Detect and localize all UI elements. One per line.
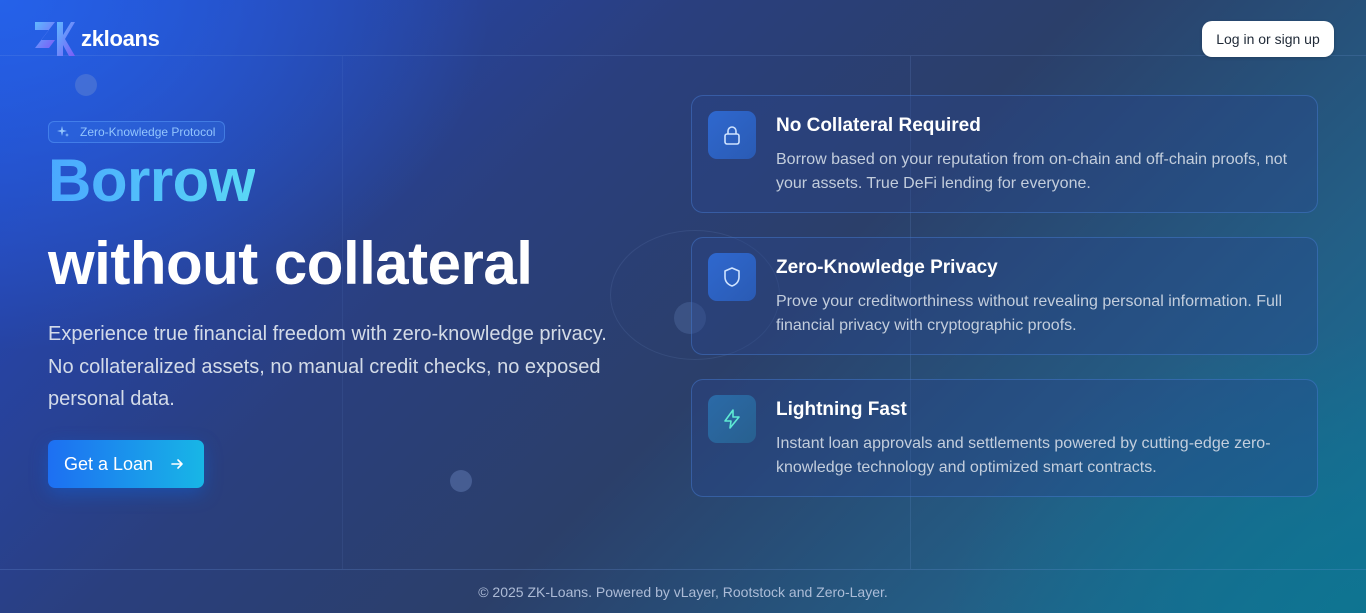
feature-title: Lightning Fast (776, 399, 907, 420)
cta-label: Get a Loan (64, 453, 154, 474)
arrow-right-icon (171, 459, 183, 469)
grid-line-vertical (342, 56, 343, 569)
sparkle-icon (57, 126, 69, 137)
brand-logo[interactable]: zkloans (33, 20, 160, 58)
protocol-badge: Zero-Knowledge Protocol (48, 121, 226, 143)
lightning-icon (724, 409, 740, 429)
zk-logo-icon (35, 22, 75, 56)
feature-title: No Collateral Required (776, 115, 981, 136)
footer-divider (0, 569, 1366, 570)
site-header: zkloans Log in or sign up (0, 0, 1366, 78)
footer-copyright: © 2025 ZK-Loans. Powered by vLayer, Root… (478, 584, 888, 600)
hero-description: Experience true financial freedom with z… (48, 323, 607, 410)
feature-icon-box (708, 395, 756, 443)
feature-card-privacy: Zero-Knowledge Privacy Prove your credit… (691, 237, 1318, 355)
feature-card-collateral: No Collateral Required Borrow based on y… (691, 95, 1318, 213)
lock-icon (724, 126, 740, 145)
shield-icon (724, 267, 740, 287)
feature-description: Prove your creditworthiness without reve… (776, 293, 1283, 334)
brand-name: zkloans (81, 26, 160, 51)
feature-description: Borrow based on your reputation from on-… (776, 151, 1288, 192)
get-loan-button[interactable]: Get a Loan (48, 440, 204, 488)
feature-icon-box (708, 253, 756, 301)
feature-icon-box (708, 111, 756, 159)
login-signup-button[interactable]: Log in or sign up (1202, 21, 1334, 57)
badge-label: Zero-Knowledge Protocol (80, 125, 216, 139)
feature-description: Instant loan approvals and settlements p… (776, 435, 1271, 476)
decorative-dot (450, 470, 472, 492)
hero-title: without collateral (48, 230, 533, 297)
feature-card-speed: Lightning Fast Instant loan approvals an… (691, 379, 1318, 497)
hero-title-highlight: Borrow (48, 147, 256, 214)
feature-title: Zero-Knowledge Privacy (776, 257, 998, 278)
